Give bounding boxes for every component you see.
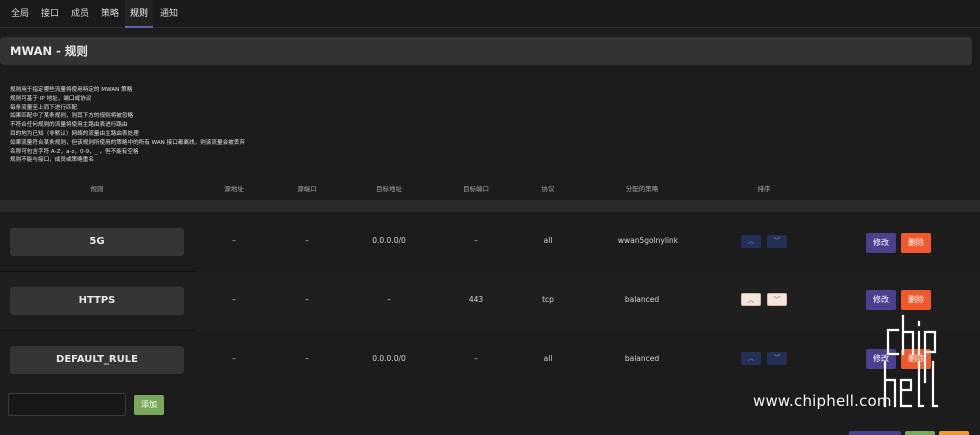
column-header-sort: 排序 (757, 185, 771, 193)
cell-dest-ip: 0.0.0.0/0 (372, 354, 406, 363)
cell-policy: balanced (624, 295, 660, 304)
cell-dest-ip: – (387, 295, 391, 304)
cell-src-port: – (305, 354, 309, 363)
section-header: MWAN - 规则 (0, 37, 972, 65)
new-rule-name-input[interactable] (8, 393, 126, 416)
cell-dest-port: 443 (468, 295, 484, 304)
tab-rules[interactable]: 规则 (125, 0, 153, 28)
tab-interfaces[interactable]: 接口 (36, 0, 64, 28)
tab-members[interactable]: 成员 (66, 0, 94, 28)
sort-down-button[interactable]: ﹀ (767, 235, 787, 248)
cell-src-ip: – (232, 236, 236, 245)
cell-protocol: all (543, 354, 553, 363)
description-line: 规则不能与接口，成员或策略重名 (10, 157, 94, 164)
save-apply-button[interactable] (849, 431, 901, 435)
description-line: 如果流量符合某条规则，但该规则所使用的策略中的所有 WAN 接口都离线，则该流量… (10, 139, 245, 146)
delete-button[interactable]: 删除 (901, 233, 931, 253)
column-header-protocol: 协议 (541, 185, 555, 193)
cell-protocol: tcp (542, 295, 554, 304)
column-header-dest-ip: 目标地址 (376, 185, 402, 193)
sort-up-button[interactable]: ︿ (741, 293, 761, 306)
chevron-up-icon: ︿ (747, 296, 755, 304)
description-line: 目的地为已知（非默认）网络的流量由主路由表处理 (10, 130, 139, 137)
chevron-up-icon: ︿ (747, 237, 755, 245)
save-button[interactable] (905, 431, 935, 435)
cell-policy: wwan5golnylink (617, 236, 679, 245)
description-line: 规则用于指定哪些流量将使用特定的 MWAN 策略 (10, 87, 133, 93)
description-line: 不符合任何规则的流量将使用主路由表进行路由 (10, 122, 128, 129)
chevron-down-icon: ﹀ (773, 237, 781, 245)
description-line: 名称可包含字符 A-Z，a-z，0-9，_ ，但不能有空格 (10, 148, 139, 155)
column-header-src-port: 源端口 (297, 185, 317, 193)
column-header-policy: 分配的策略 (625, 185, 659, 193)
table-row: 5G – – 0.0.0.0/0 – all wwan5golnylink ︿ … (0, 212, 980, 271)
cell-dest-ip: 0.0.0.0/0 (372, 236, 406, 245)
reset-button[interactable] (939, 431, 969, 435)
rules-description: 规则用于指定哪些流量将使用特定的 MWAN 策略 规则可基于 IP 地址，端口或… (10, 86, 330, 165)
tab-global[interactable]: 全局 (6, 0, 34, 28)
sort-down-button[interactable]: ﹀ (767, 293, 787, 306)
description-line: 如果匹配中了某条规则，则其下方的规则将被忽略 (10, 113, 134, 120)
tab-policies[interactable]: 策略 (96, 0, 124, 28)
cell-policy: balanced (624, 354, 660, 363)
cell-src-port: – (305, 295, 309, 304)
edit-button[interactable]: 修改 (866, 233, 896, 253)
watermark-text: www.chiphell.com (753, 392, 892, 410)
rule-name-default[interactable]: DEFAULT_RULE (10, 346, 184, 374)
chevron-down-icon: ﹀ (773, 296, 781, 304)
column-header-rule: 规则 (90, 185, 104, 193)
column-header-src-ip: 源地址 (224, 185, 244, 193)
delete-button[interactable]: 删除 (901, 290, 931, 310)
rule-name-https[interactable]: HTTPS (10, 287, 184, 315)
edit-button[interactable]: 修改 (866, 290, 896, 310)
cell-src-ip: – (232, 295, 236, 304)
column-header-dest-port: 目标端口 (463, 185, 489, 193)
rule-name-5g[interactable]: 5G (10, 228, 184, 256)
tab-notify[interactable]: 通知 (155, 0, 183, 28)
description-line: 规则可基于 IP 地址，端口或协议 (10, 95, 92, 102)
description-line: 每条流量至上而下进行匹配 (10, 104, 78, 111)
table-header-band (0, 200, 980, 212)
chiphell-watermark-logo (883, 314, 939, 408)
sort-up-button[interactable]: ︿ (741, 235, 761, 248)
tab-bar: 全局 接口 成员 策略 规则 通知 (0, 0, 980, 28)
cell-src-ip: – (232, 354, 236, 363)
cell-src-port: – (305, 236, 309, 245)
cell-protocol: all (543, 236, 553, 245)
add-button[interactable]: 添加 (134, 395, 164, 415)
cell-dest-port: – (474, 236, 478, 245)
page-title: MWAN - 规则 (10, 44, 88, 58)
cell-dest-port: – (474, 354, 478, 363)
